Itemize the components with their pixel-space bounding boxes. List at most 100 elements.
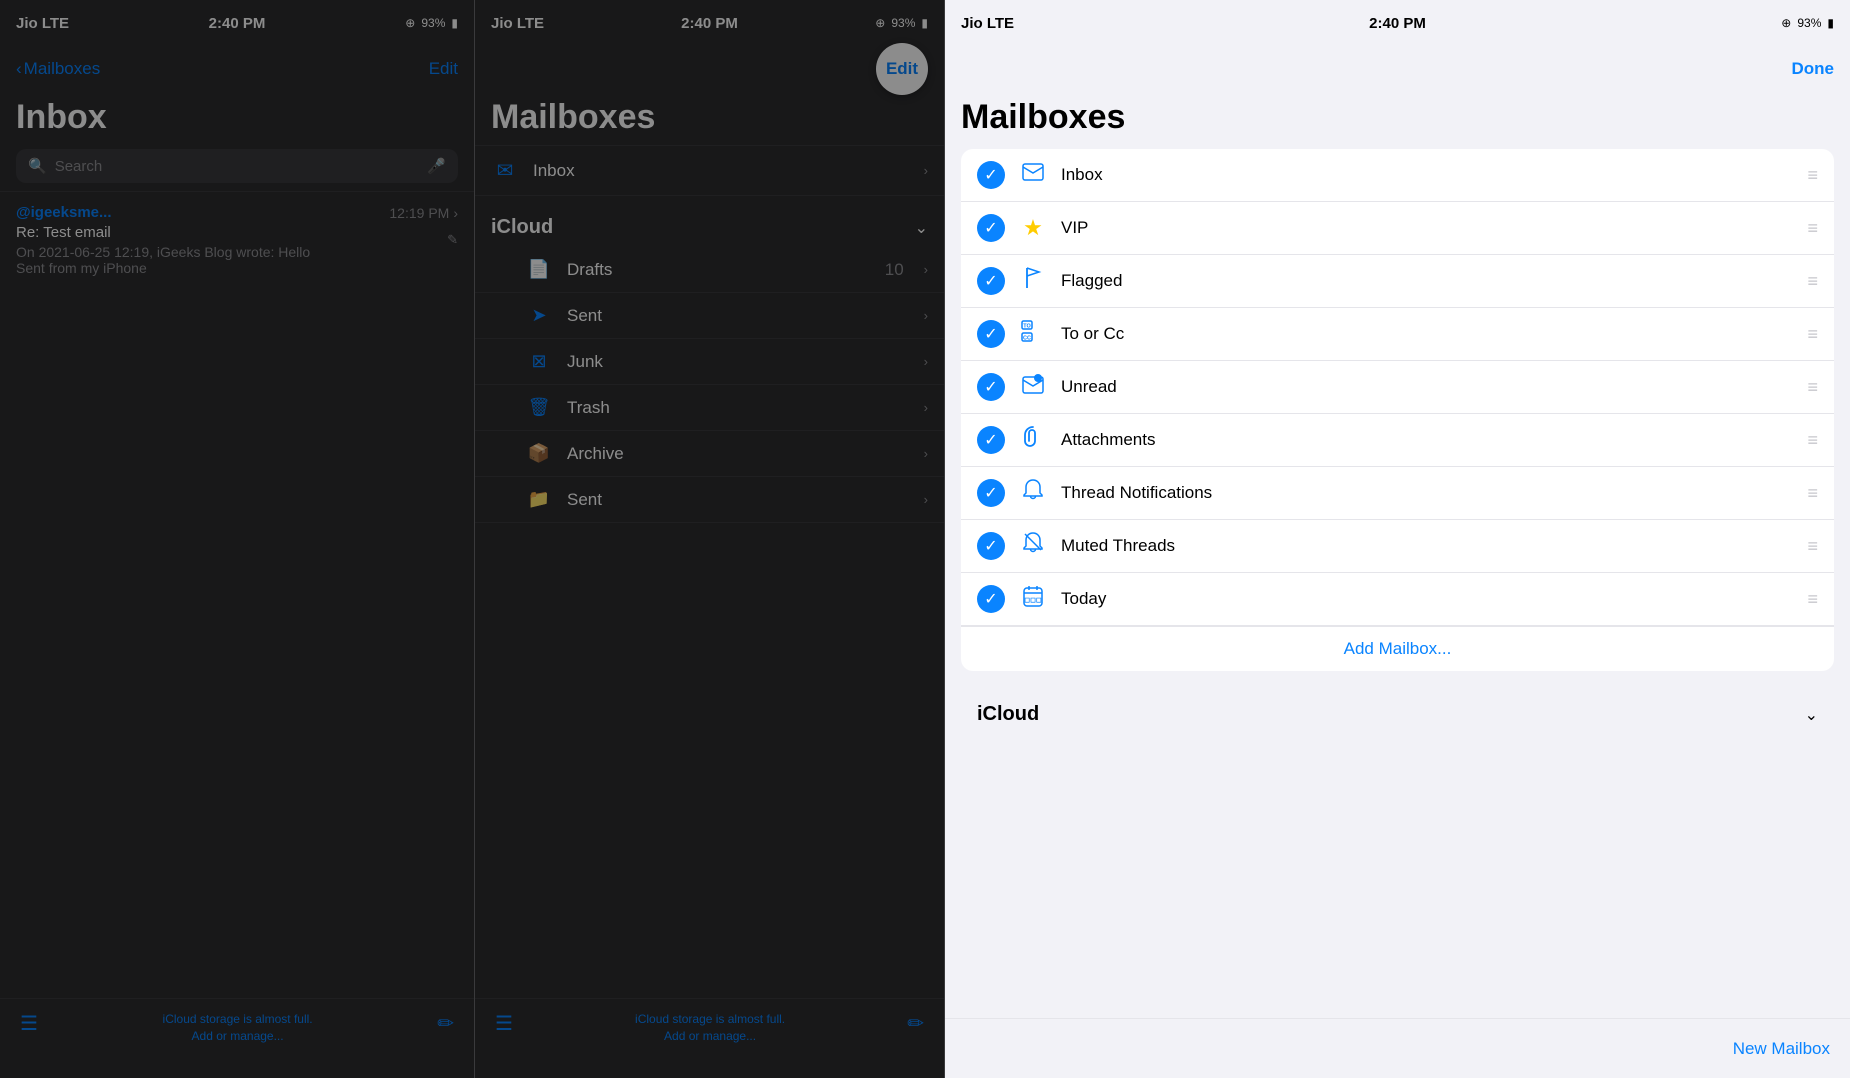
junk-icon: ⊠ — [525, 351, 553, 372]
muted-threads-icon-p3 — [1019, 532, 1047, 560]
p3-inbox-item[interactable]: ✓ Inbox ≡ — [961, 149, 1834, 202]
p3-vip-item[interactable]: ✓ ★ VIP ≡ — [961, 202, 1834, 255]
icloud-title: iCloud — [491, 216, 553, 239]
drafts-label: Drafts — [567, 260, 871, 280]
pencil-icon[interactable]: ✏ — [437, 1011, 454, 1036]
today-check[interactable]: ✓ — [977, 585, 1005, 613]
flagged-icon-p3 — [1019, 267, 1047, 295]
thread-notif-check[interactable]: ✓ — [977, 479, 1005, 507]
thread-notif-label-p3: Thread Notifications — [1061, 483, 1793, 503]
muted-threads-handle[interactable]: ≡ — [1807, 536, 1818, 557]
mailboxes-title-2: Mailboxes — [475, 94, 944, 145]
sent2-label: Sent — [567, 490, 910, 510]
battery-percent-2: 93% — [891, 16, 915, 30]
mailboxes-section: ✓ Inbox ≡ ✓ ★ VIP ≡ ✓ — [961, 149, 1834, 671]
status-bar-1: Jio LTE 2:40 PM ⊕ 93% ▮ — [0, 0, 474, 44]
muted-threads-label-p3: Muted Threads — [1061, 536, 1793, 556]
mailboxes-title-3: Mailboxes — [945, 94, 1850, 149]
storage-text-2: iCloud storage is almost full. Add or ma… — [513, 1011, 907, 1045]
archive-item[interactable]: 📦 Archive › — [475, 431, 944, 477]
today-label-p3: Today — [1061, 589, 1793, 609]
junk-label: Junk — [567, 352, 910, 372]
mic-icon[interactable]: 🎤 — [427, 157, 446, 175]
p3-today-item[interactable]: ✓ ◻◻◻ Today ≡ — [961, 573, 1834, 626]
trash-item[interactable]: 🗑 Trash › — [475, 385, 944, 431]
bottom-bar-2: ☰ iCloud storage is almost full. Add or … — [475, 998, 944, 1078]
edit-circle-button[interactable]: Edit — [876, 43, 928, 95]
p3-attachments-item[interactable]: ✓ Attachments ≡ — [961, 414, 1834, 467]
icloud-items: 📄 Drafts 10 › ➤ Sent › ⊠ Junk › 🗑 Trash … — [475, 247, 944, 523]
drafts-item[interactable]: 📄 Drafts 10 › — [475, 247, 944, 293]
attachments-handle[interactable]: ≡ — [1807, 430, 1818, 451]
back-button-1[interactable]: ‹ Mailboxes — [16, 59, 100, 79]
attachments-check[interactable]: ✓ — [977, 426, 1005, 454]
location-icon-3: ⊕ — [1781, 16, 1791, 30]
battery-icon-1: ▮ — [451, 16, 458, 30]
inbox-mailbox-label: Inbox — [533, 161, 910, 181]
today-handle[interactable]: ≡ — [1807, 589, 1818, 610]
email-item-1[interactable]: @igeeksme... 12:19 PM › Re: Test email O… — [0, 191, 474, 288]
archive-chevron: › — [924, 446, 928, 461]
toorcc-icon-p3: TO CC — [1019, 320, 1047, 348]
sent2-item[interactable]: 📁 Sent › — [475, 477, 944, 523]
unread-handle[interactable]: ≡ — [1807, 377, 1818, 398]
compose-icon[interactable]: ☰ — [20, 1011, 38, 1036]
flagged-label-p3: Flagged — [1061, 271, 1793, 291]
p3-unread-item[interactable]: ✓ Unread ≡ — [961, 361, 1834, 414]
inbox-handle[interactable]: ≡ — [1807, 165, 1818, 186]
carrier-3: Jio LTE — [961, 15, 1014, 32]
pencil-icon-2[interactable]: ✏ — [907, 1011, 924, 1036]
today-icon-p3: ◻◻◻ — [1019, 585, 1047, 613]
drafts-chevron: › — [924, 262, 928, 277]
junk-item[interactable]: ⊠ Junk › — [475, 339, 944, 385]
p3-flagged-item[interactable]: ✓ Flagged ≡ — [961, 255, 1834, 308]
sent2-icon: 📁 — [525, 489, 553, 510]
search-bar-1[interactable]: 🔍 Search 🎤 — [16, 149, 458, 183]
email-list: @igeeksme... 12:19 PM › Re: Test email O… — [0, 191, 474, 1078]
sent-item[interactable]: ➤ Sent › — [475, 293, 944, 339]
sent-chevron: › — [924, 308, 928, 323]
svg-text:CC: CC — [1023, 336, 1031, 342]
inbox-panel: Jio LTE 2:40 PM ⊕ 93% ▮ ‹ Mailboxes Edit… — [0, 0, 475, 1078]
status-bar-3: Jio LTE 2:40 PM ⊕ 93% ▮ — [945, 0, 1850, 44]
vip-check[interactable]: ✓ — [977, 214, 1005, 242]
archive-icon: 📦 — [525, 443, 553, 464]
edit-button-1[interactable]: Edit — [429, 59, 458, 79]
sent-icon: ➤ — [525, 305, 553, 326]
search-placeholder-1: Search — [55, 158, 103, 175]
search-icon: 🔍 — [28, 157, 47, 175]
done-button[interactable]: Done — [1792, 59, 1835, 79]
toorcc-check[interactable]: ✓ — [977, 320, 1005, 348]
inbox-mailbox-item[interactable]: ✉ Inbox › — [475, 145, 944, 196]
chevron-left-icon: ‹ — [16, 59, 22, 79]
sent-label: Sent — [567, 306, 910, 326]
p3-toorcc-item[interactable]: ✓ TO CC To or Cc ≡ — [961, 308, 1834, 361]
trash-label: Trash — [567, 398, 910, 418]
inbox-chevron: › — [924, 163, 928, 178]
add-mailbox-button[interactable]: Add Mailbox... — [961, 626, 1834, 671]
p3-icloud-section[interactable]: iCloud ⌄ — [961, 695, 1834, 734]
junk-chevron: › — [924, 354, 928, 369]
trash-chevron: › — [924, 400, 928, 415]
unread-icon-p3 — [1019, 374, 1047, 400]
p3-icloud-chevron: ⌄ — [1805, 705, 1818, 725]
icloud-chevron: ⌄ — [915, 218, 928, 238]
unread-check[interactable]: ✓ — [977, 373, 1005, 401]
muted-threads-check[interactable]: ✓ — [977, 532, 1005, 560]
p3-thread-notif-item[interactable]: ✓ Thread Notifications ≡ — [961, 467, 1834, 520]
inbox-check[interactable]: ✓ — [977, 161, 1005, 189]
battery-icon-2: ▮ — [921, 16, 928, 30]
email-preview-1: On 2021-06-25 12:19, iGeeks Blog wrote: … — [16, 244, 458, 276]
compose-icon-2[interactable]: ☰ — [495, 1011, 513, 1036]
mailboxes-edit-panel: Jio LTE 2:40 PM ⊕ 93% ▮ Done Mailboxes ✓ — [945, 0, 1850, 1078]
toorcc-handle[interactable]: ≡ — [1807, 324, 1818, 345]
email-header-1: @igeeksme... 12:19 PM › — [16, 204, 458, 221]
new-mailbox-button[interactable]: New Mailbox — [1733, 1039, 1830, 1059]
p3-muted-threads-item[interactable]: ✓ Muted Threads ≡ — [961, 520, 1834, 573]
flagged-check[interactable]: ✓ — [977, 267, 1005, 295]
vip-handle[interactable]: ≡ — [1807, 218, 1818, 239]
flagged-handle[interactable]: ≡ — [1807, 271, 1818, 292]
icloud-section-header[interactable]: iCloud ⌄ — [475, 196, 944, 247]
thread-notif-handle[interactable]: ≡ — [1807, 483, 1818, 504]
inbox-icon-p3 — [1019, 163, 1047, 187]
